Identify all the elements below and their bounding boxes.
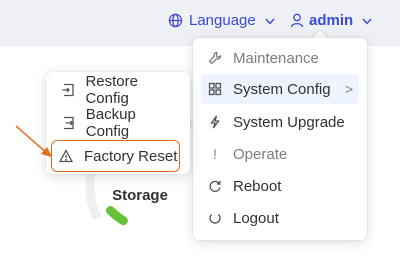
menu-group-maintenance: Maintenance: [201, 43, 359, 73]
menu-label: Operate: [233, 145, 288, 163]
menu-item-factory-reset[interactable]: Factory Reset: [51, 140, 180, 172]
system-config-submenu: Restore Config Backup Config Factory Res…: [46, 72, 190, 174]
gauge-fill: [106, 206, 128, 226]
menu-item-restore-config[interactable]: Restore Config: [54, 73, 182, 107]
grid-icon: [207, 81, 223, 97]
storage-label: Storage: [112, 187, 168, 204]
menu-label: Maintenance: [233, 49, 319, 67]
menu-item-backup-config[interactable]: Backup Config: [54, 106, 182, 140]
language-menu[interactable]: Language: [168, 12, 276, 29]
menu-item-system-upgrade[interactable]: System Upgrade: [201, 107, 359, 137]
menu-label: System Config: [233, 80, 331, 98]
wrench-icon: [207, 50, 223, 66]
menu-label: Logout: [233, 209, 279, 227]
export-icon: [60, 115, 76, 131]
chevron-down-icon: [361, 15, 373, 27]
menu-item-system-config[interactable]: System Config >: [201, 74, 359, 104]
bolt-icon: [207, 114, 223, 130]
user-dropdown-menu: Maintenance System Config > System Upgra…: [193, 38, 367, 240]
menu-group-operate: ! Operate: [201, 139, 359, 169]
exclamation-icon: !: [213, 146, 217, 162]
menu-label: Factory Reset: [84, 147, 178, 165]
warning-icon: [58, 148, 74, 164]
menu-label: Backup Config: [85, 106, 136, 140]
menu-item-reboot[interactable]: Reboot: [201, 171, 359, 201]
chevron-down-icon: [264, 15, 276, 27]
language-label: Language: [189, 12, 256, 29]
chevron-right-icon: >: [344, 81, 353, 97]
refresh-icon: [207, 178, 223, 194]
user-label: admin: [309, 12, 354, 29]
menu-label: System Upgrade: [233, 113, 345, 131]
annotation-arrow-icon: [15, 125, 52, 157]
menu-label: Reboot: [233, 177, 282, 195]
import-icon: [60, 82, 75, 98]
user-icon: [290, 13, 304, 28]
globe-icon: [168, 13, 183, 28]
user-menu[interactable]: admin: [290, 12, 373, 29]
menu-item-logout[interactable]: Logout: [201, 203, 359, 233]
power-icon: [207, 210, 223, 226]
menu-label: Restore Config: [85, 73, 138, 107]
